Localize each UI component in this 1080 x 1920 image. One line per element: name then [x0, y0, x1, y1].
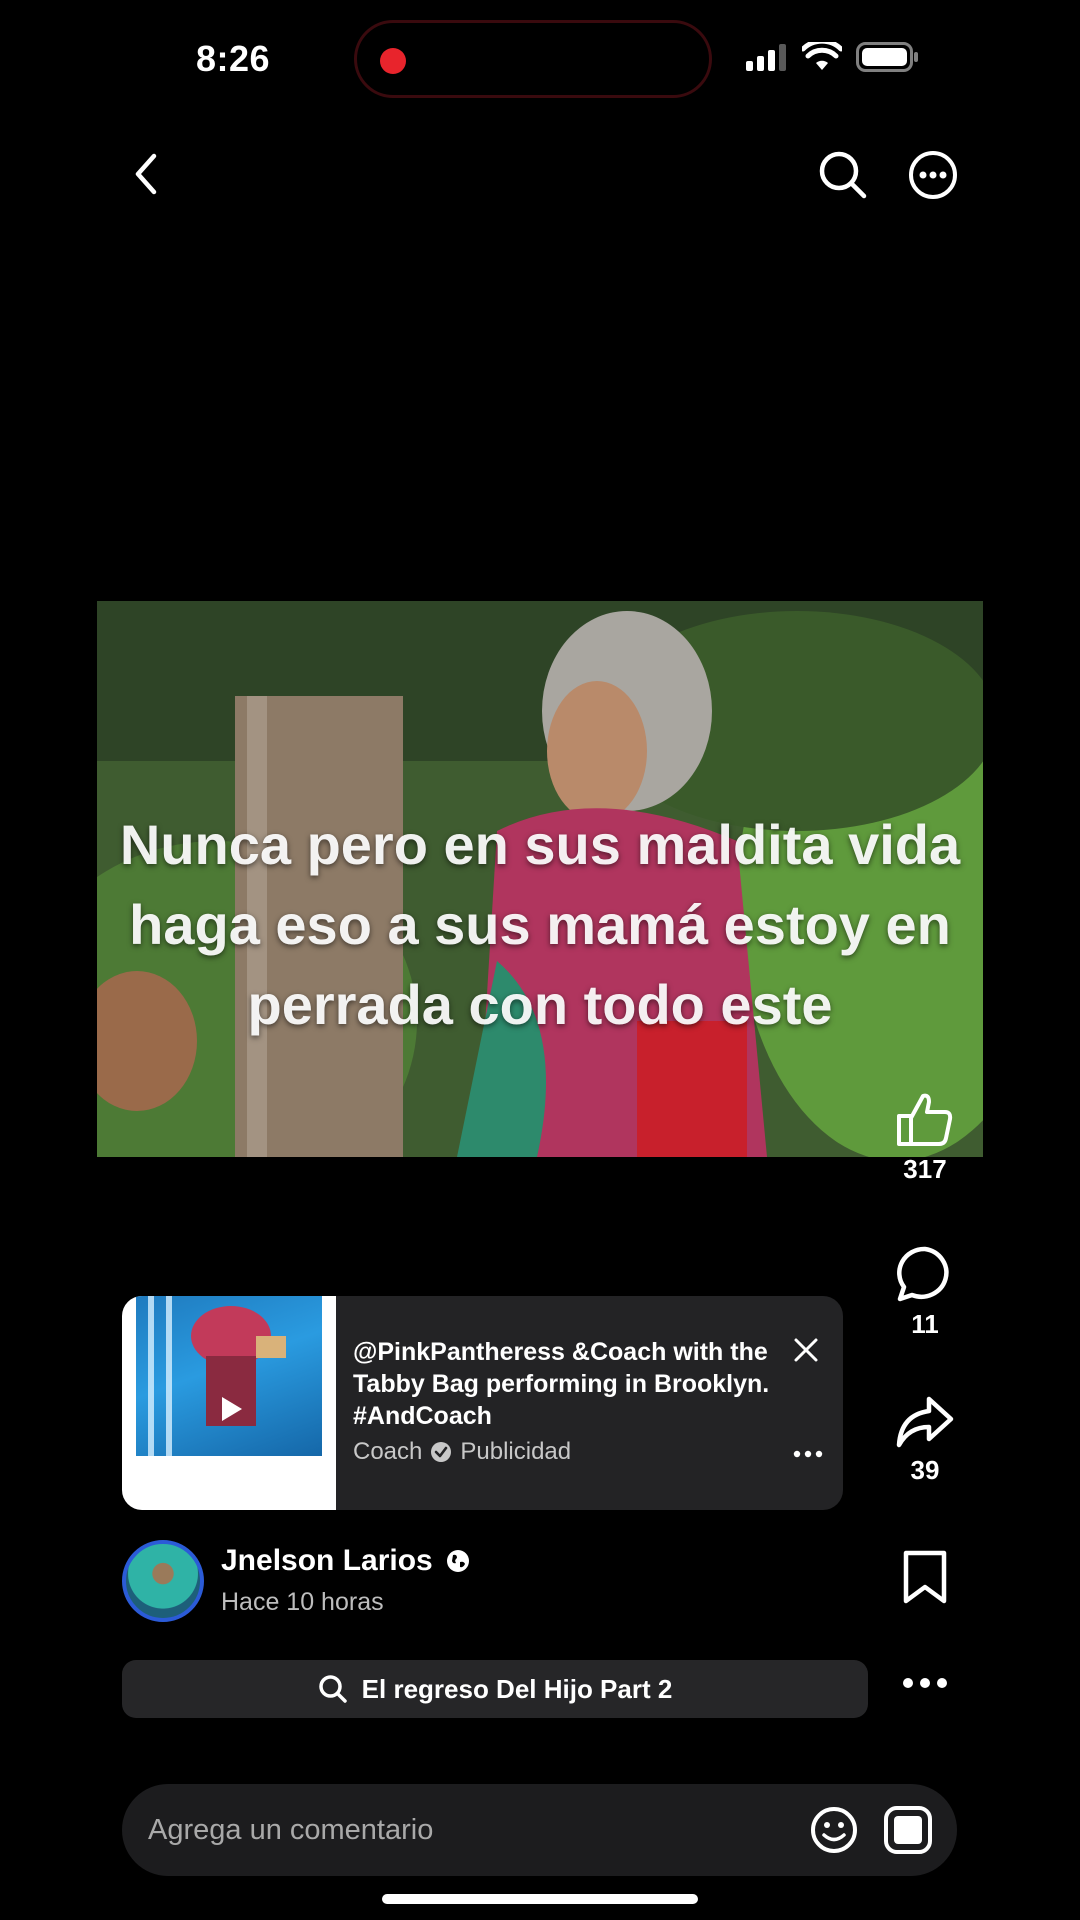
gif-icon: [884, 1806, 932, 1854]
home-indicator[interactable]: [382, 1894, 698, 1904]
like-button[interactable]: 317: [870, 1090, 980, 1185]
author-name-row[interactable]: Jnelson Larios: [221, 1544, 471, 1578]
status-time: 8:26: [196, 38, 271, 79]
save-button[interactable]: [898, 1548, 952, 1606]
globe-icon: [446, 1550, 469, 1572]
related-search-text: El regreso Del Hijo Part 2: [361, 1673, 673, 1704]
emoji-button[interactable]: [810, 1806, 858, 1854]
search-button[interactable]: [818, 150, 868, 200]
verified-badge-icon: [431, 1442, 452, 1462]
ad-more-button[interactable]: [790, 1444, 826, 1464]
more-options-button[interactable]: [908, 150, 958, 200]
more-dots-icon: [793, 1450, 823, 1458]
comment-input[interactable]: Agrega un comentario: [148, 1814, 433, 1847]
gif-button[interactable]: [884, 1806, 932, 1854]
related-search-pill[interactable]: El regreso Del Hijo Part 2: [122, 1660, 868, 1718]
wifi-icon: [802, 42, 842, 70]
share-button[interactable]: 39: [870, 1395, 980, 1486]
ad-thumbnail[interactable]: [122, 1296, 336, 1510]
thumbs-up-icon: [897, 1093, 953, 1146]
status-icons: [744, 40, 920, 74]
share-arrow-icon: [896, 1396, 954, 1448]
comment-count: 11: [911, 1309, 939, 1339]
comment-button[interactable]: 11: [870, 1245, 980, 1340]
ad-title[interactable]: @PinkPantheress &Coach with the Tabby Ba…: [353, 1336, 773, 1432]
ad-brand[interactable]: Coach: [353, 1438, 422, 1466]
battery-icon: [856, 42, 918, 72]
post-timestamp: Hace 10 horas: [221, 1588, 384, 1616]
emoji-icon: [811, 1807, 857, 1853]
bookmark-icon: [903, 1550, 947, 1604]
dynamic-island: [354, 20, 712, 98]
more-circle-icon: [909, 151, 957, 199]
ad-image: [136, 1296, 322, 1456]
cellular-signal-icon: [746, 44, 786, 71]
video-player[interactable]: Nunca pero en sus maldita vida haga eso …: [97, 601, 983, 1157]
chevron-left-icon: [135, 153, 157, 195]
play-icon: [222, 1397, 242, 1421]
comment-bubble-icon: [897, 1246, 949, 1302]
comment-input-bar[interactable]: Agrega un comentario: [122, 1784, 957, 1876]
recording-indicator: [380, 48, 406, 74]
author-name[interactable]: Jnelson Larios: [221, 1544, 433, 1578]
search-icon: [318, 1675, 347, 1703]
author-avatar[interactable]: [122, 1540, 204, 1622]
share-count: 39: [910, 1455, 940, 1485]
video-caption: Nunca pero en sus maldita vida haga eso …: [119, 813, 961, 1036]
like-count: 317: [903, 1154, 947, 1184]
ad-meta: Coach Publicidad: [353, 1438, 571, 1466]
post-more-button[interactable]: [898, 1668, 952, 1698]
search-icon: [819, 151, 867, 199]
more-dots-icon: [903, 1678, 947, 1688]
sponsored-ad-card[interactable]: @PinkPantheress &Coach with the Tabby Ba…: [122, 1296, 843, 1510]
back-button[interactable]: [124, 152, 168, 196]
close-icon: [794, 1338, 818, 1362]
ad-close-button[interactable]: [790, 1334, 822, 1366]
ad-sponsored-label: Publicidad: [460, 1438, 572, 1465]
